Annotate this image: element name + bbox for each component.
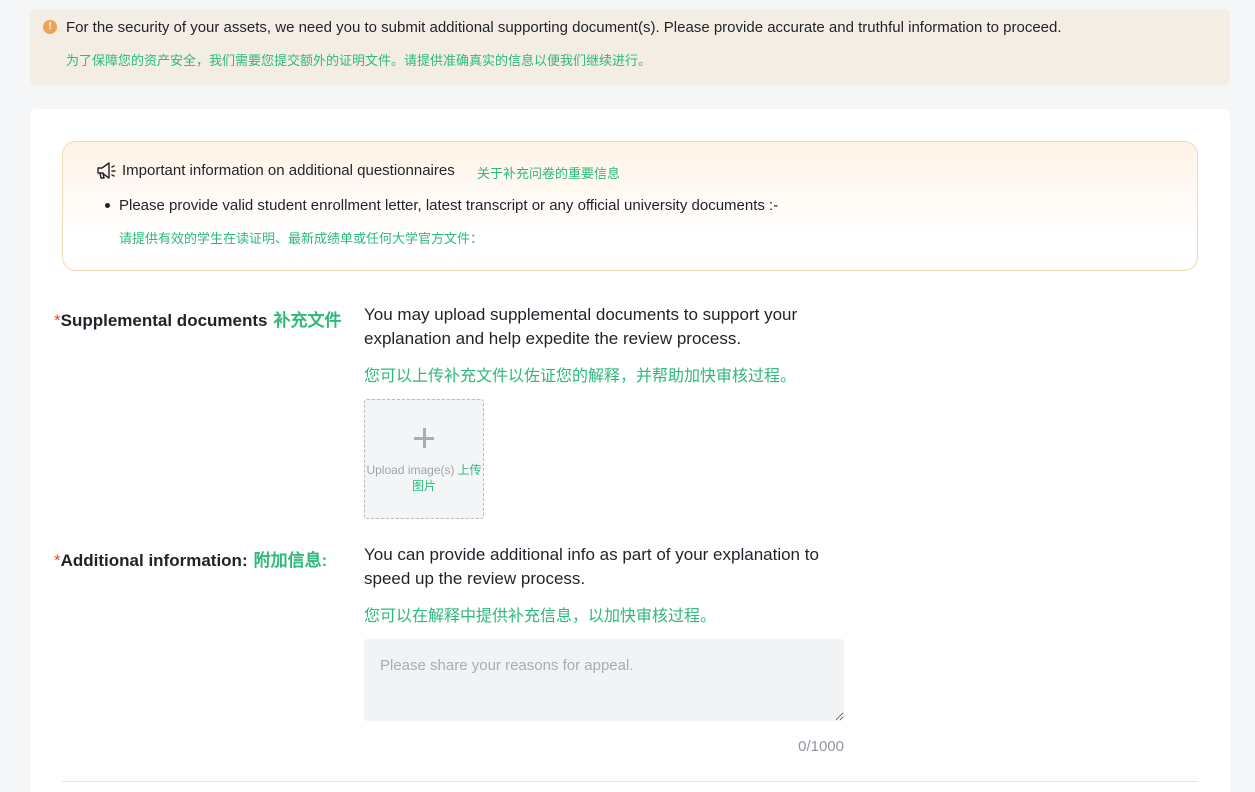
alert-message-cn: 为了保障您的资产安全，我们需要您提交额外的证明文件。请提供准确真实的信息以便我们… [66,53,652,68]
upload-image-button[interactable]: Upload image(s) 上传图片 [364,399,484,519]
plus-icon [414,428,434,448]
upload-label: Upload image(s) 上传图片 [365,462,483,494]
info-item: Please provide valid student enrollment … [119,197,779,214]
character-counter: 0/1000 [798,738,844,755]
info-title: Important information on additional ques… [122,162,455,179]
required-mark: * [54,311,61,330]
additional-information-label: *Additional information: 附加信息: [54,546,327,571]
info-title-cn: 关于补充问卷的重要信息 [477,166,621,181]
label-text-cn: 附加信息: [253,551,328,570]
label-text-cn: 补充文件 [273,311,342,330]
info-item-cn: 请提供有效的学生在读证明、最新成绩单或任何大学官方文件： [119,231,484,246]
form-card: Important information on additional ques… [30,109,1230,792]
additional-description: You can provide additional info as part … [364,545,819,588]
exclamation-icon: ! [43,20,57,34]
supplemental-description-cn: 您可以上传补充文件以佐证您的解释，并帮助加快审核过程。 [364,368,797,385]
bullet-dot [105,203,110,208]
supplemental-documents-label: *Supplemental documents 补充文件 [54,306,342,331]
label-text: Additional information: [60,551,248,570]
security-alert-banner: ! For the security of your assets, we ne… [30,9,1230,85]
upload-label-en: Upload image(s) [366,463,455,477]
supplemental-description: You may upload supplemental documents to… [364,305,798,348]
additional-description-cn: 您可以在解释中提供补充信息，以加快审核过程。 [364,608,717,625]
megaphone-icon [97,162,116,179]
label-text: Supplemental documents [60,311,268,330]
alert-message: For the security of your assets, we need… [66,19,1062,36]
divider [62,781,1198,782]
appeal-reason-input[interactable] [364,639,844,721]
required-mark: * [54,551,61,570]
important-info-box: Important information on additional ques… [62,141,1198,271]
